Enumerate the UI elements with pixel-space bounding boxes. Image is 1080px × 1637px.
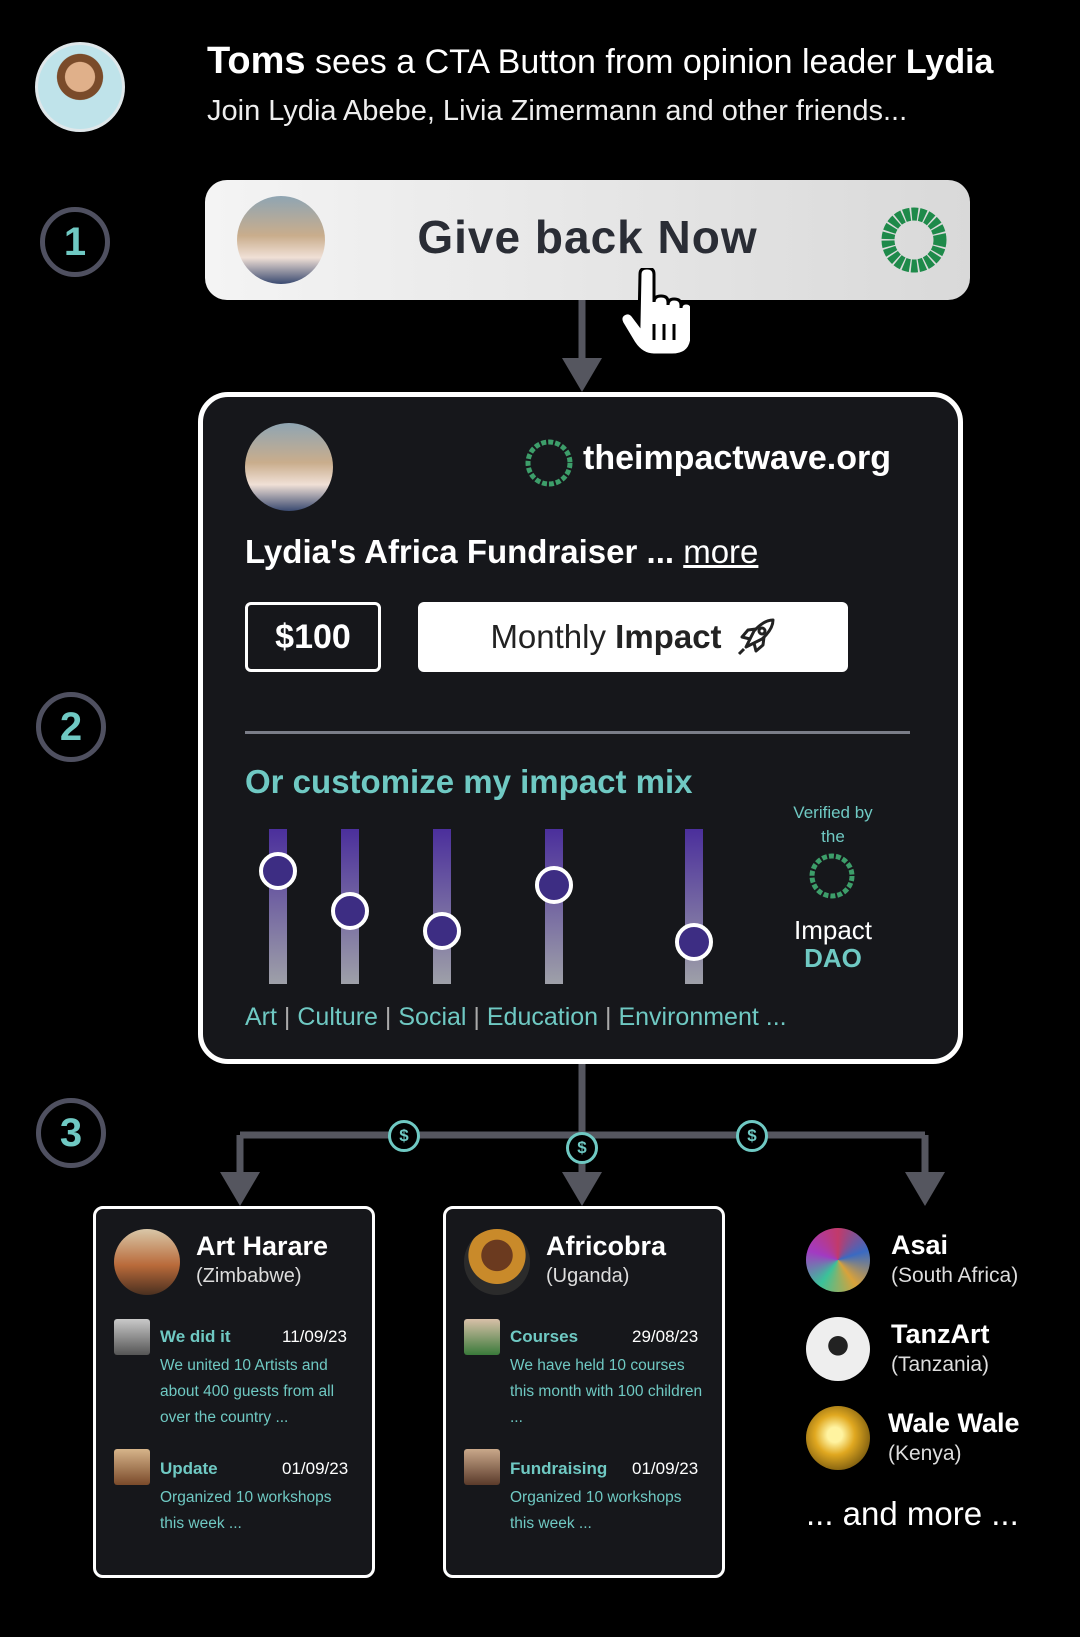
impact-slider-knob[interactable]	[259, 851, 297, 890]
category-art: Art	[245, 1003, 277, 1031]
dollar-coin-icon: $	[388, 1120, 420, 1152]
side-org-asai[interactable]: Asai (South Africa)	[806, 1228, 1066, 1294]
post-title: Courses	[510, 1327, 579, 1346]
impactwave-logo-icon	[881, 207, 947, 273]
category-separator: |	[283, 1003, 291, 1031]
post-date: 01/09/23	[282, 1459, 349, 1478]
category-culture: Culture	[297, 1003, 378, 1031]
give-back-button[interactable]: Give back Now	[205, 180, 970, 300]
org-country: (Zimbabwe)	[196, 1265, 302, 1287]
verified-line1: Verified by	[793, 803, 873, 822]
impact-dao-line2: DAO	[804, 943, 862, 973]
toms-avatar	[35, 42, 125, 132]
post-body: We united 10 Artists and about 400 guest…	[160, 1357, 335, 1426]
org-card-africobra[interactable]: Africobra (Uganda) Courses 29/08/23 We h…	[443, 1206, 725, 1578]
header-middle-text: sees a CTA Button from opinion leader	[314, 43, 897, 81]
category-environment: Environment ...	[618, 1003, 787, 1031]
category-separator: |	[473, 1003, 480, 1031]
side-org-country: (South Africa)	[891, 1264, 1019, 1287]
verified-by-label: Verified by the	[763, 803, 903, 847]
wale-wale-avatar	[806, 1406, 870, 1470]
art-harare-avatar	[114, 1229, 180, 1295]
side-org-name: Asai	[891, 1230, 949, 1260]
verified-line2: the	[821, 827, 845, 846]
impact-slider-track[interactable]	[433, 829, 451, 984]
post-date: 29/08/23	[632, 1327, 699, 1346]
post-body: Organized 10 workshops this week ...	[510, 1489, 682, 1532]
side-org-name: TanzArt	[891, 1319, 990, 1349]
tanzart-avatar	[806, 1317, 870, 1381]
impact-dao-line1: Impact	[793, 915, 873, 945]
post-thumbnail	[464, 1319, 500, 1355]
post-thumbnail	[114, 1449, 150, 1485]
impact-slider-knob[interactable]	[535, 865, 573, 904]
category-social: Social	[398, 1003, 467, 1031]
header-subtitle: Join Lydia Abebe, Livia Zimermann and ot…	[207, 95, 908, 127]
side-org-name: Wale Wale	[888, 1408, 1020, 1438]
org-name: Art Harare	[196, 1231, 329, 1261]
impact-slider-knob[interactable]	[331, 892, 369, 931]
impact-slider-track[interactable]	[545, 829, 563, 984]
impact-slider-knob[interactable]	[423, 912, 461, 951]
impact-slider-knob[interactable]	[675, 923, 713, 962]
post-body: We have held 10 courses this month with …	[510, 1357, 703, 1426]
impact-dao-logo-icon	[809, 853, 855, 899]
side-org-country: (Tanzania)	[891, 1353, 990, 1376]
give-back-label: Give back Now	[417, 211, 758, 263]
side-org-tanzart[interactable]: TanzArt (Tanzania)	[806, 1317, 1066, 1383]
org-card-art-harare[interactable]: Art Harare (Zimbabwe) We did it 11/09/23…	[93, 1206, 375, 1578]
dollar-coin-icon: $	[736, 1120, 768, 1152]
category-separator: |	[605, 1003, 612, 1031]
step-3-badge: 3	[36, 1098, 106, 1168]
post-date: 01/09/23	[632, 1459, 699, 1478]
post-title: Update	[160, 1459, 218, 1478]
hand-cursor-icon	[620, 268, 690, 354]
step-1-badge: 1	[40, 207, 110, 277]
category-separator: |	[384, 1003, 392, 1031]
dollar-coin-icon: $	[566, 1132, 598, 1164]
step-2-badge: 2	[36, 692, 106, 762]
post-date: 11/09/23	[282, 1327, 347, 1346]
post-thumbnail	[464, 1449, 500, 1485]
header-title: Toms sees a CTA Button from opinion lead…	[207, 40, 993, 83]
post-thumbnail	[114, 1319, 150, 1355]
and-more-label: ... and more ...	[806, 1495, 1019, 1532]
viewer-name: Toms	[207, 40, 306, 82]
category-labels: Art | Culture | Social | Education | Env…	[245, 1003, 787, 1032]
category-education: Education	[486, 1003, 599, 1031]
fundraiser-card: theimpactwave.org Lydia's Africa Fundrai…	[198, 392, 963, 1064]
org-country: (Uganda)	[546, 1265, 630, 1287]
post-title: Fundraising	[510, 1459, 608, 1478]
org-name: Africobra	[546, 1231, 667, 1261]
africobra-avatar	[464, 1229, 530, 1295]
post-title: We did it	[160, 1327, 231, 1346]
side-org-country: (Kenya)	[888, 1442, 962, 1465]
post-body: Organized 10 workshops this week ...	[160, 1489, 332, 1532]
leader-name: Lydia	[905, 43, 994, 81]
side-org-wale-wale[interactable]: Wale Wale (Kenya)	[806, 1406, 1066, 1472]
asai-avatar	[806, 1228, 870, 1292]
